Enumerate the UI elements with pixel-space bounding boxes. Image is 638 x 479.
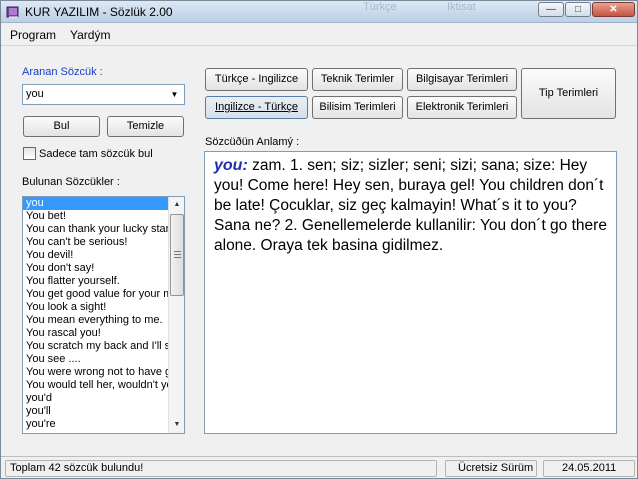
list-item[interactable]: You scratch my back and I'll scratch you… (23, 340, 168, 353)
search-combobox[interactable]: you ▼ (22, 84, 185, 105)
status-bar: Toplam 42 sözcük bulundu! Ücretsiz Sürüm… (1, 456, 637, 478)
search-label: Aranan Sözcük : (22, 66, 103, 78)
results-listbox[interactable]: you You bet! You can thank your lucky star… (22, 196, 185, 434)
window-title: KUR YAZILIM - Sözlük 2.00 (25, 5, 173, 19)
list-item[interactable]: You devil! (23, 249, 168, 262)
list-item[interactable]: You rascal you! (23, 327, 168, 340)
arrow-down-icon[interactable]: ▼ (169, 417, 184, 433)
meaning-label: Sözcüðün Anlamý : (205, 136, 300, 148)
list-item[interactable]: you're (23, 418, 168, 431)
find-button[interactable]: Bul (23, 116, 100, 137)
dict-button-label: Türkçe - Ingilizce (214, 73, 299, 85)
list-item[interactable]: You look a sight! (23, 301, 168, 314)
minimize-button[interactable]: — (538, 2, 564, 17)
list-item[interactable]: You can thank your lucky stars (23, 223, 168, 236)
book-icon (6, 6, 19, 18)
exact-match-label[interactable]: Sadece tam sözcük bul (39, 148, 153, 160)
results-list: you You bet! You can thank your lucky star… (23, 197, 168, 431)
chevron-down-icon[interactable]: ▼ (167, 87, 182, 102)
list-item[interactable]: You were wrong not to have gone (23, 366, 168, 379)
list-item[interactable]: You would tell her, wouldn't you (23, 379, 168, 392)
arrow-up-icon[interactable]: ▲ (169, 197, 184, 213)
dict-button-electronics[interactable]: Elektronik Terimleri (407, 96, 517, 119)
find-button-label: Bul (53, 120, 70, 132)
list-item[interactable]: You can't be serious! (23, 236, 168, 249)
menu-bar: Program Yardým (1, 24, 637, 46)
status-license: Ücretsiz Sürüm (445, 460, 537, 477)
dict-button-label: Elektronik Terimleri (415, 101, 509, 113)
dict-button-medical[interactable]: Tip Terimleri (521, 68, 616, 119)
menu-program[interactable]: Program (10, 28, 56, 42)
close-icon: ✕ (609, 4, 618, 15)
dict-button-label: Ingilizce - Türkçe (215, 101, 298, 113)
dict-button-computer[interactable]: Bilgisayar Terimleri (407, 68, 517, 91)
maximize-icon: □ (574, 4, 582, 15)
close-button[interactable]: ✕ (592, 2, 635, 17)
dict-button-en-tr[interactable]: Ingilizce - Türkçe (205, 96, 308, 119)
list-item[interactable]: You mean everything to me. (23, 314, 168, 327)
meaning-headword: you: (214, 157, 248, 174)
dict-button-tr-en[interactable]: Türkçe - Ingilizce (205, 68, 308, 91)
meaning-textbox[interactable]: you: zam. 1. sen; siz; sizler; seni; siz… (204, 151, 617, 434)
search-input-value[interactable]: you (26, 88, 44, 100)
list-item[interactable]: you (23, 197, 168, 210)
results-label: Bulunan Sözcükler : (22, 176, 120, 188)
maximize-button[interactable]: □ (565, 2, 591, 17)
title-bar[interactable]: KUR YAZILIM - Sözlük 2.00 Türkçe Iktisat… (1, 1, 637, 23)
list-item[interactable]: You don't say! (23, 262, 168, 275)
list-item[interactable]: you'll (23, 405, 168, 418)
status-date: 24.05.2011 (543, 460, 635, 477)
scroll-thumb[interactable] (170, 214, 184, 296)
dict-button-label: Bilisim Terimleri (319, 101, 396, 113)
list-item[interactable]: You flatter yourself. (23, 275, 168, 288)
clear-button[interactable]: Temizle (107, 116, 184, 137)
meaning-text: zam. 1. sen; siz; sizler; seni; sizi; sa… (214, 157, 607, 254)
background-tab-ghost: Iktisat (447, 1, 476, 13)
dict-button-label: Bilgisayar Terimleri (415, 73, 509, 85)
exact-match-checkbox[interactable] (23, 147, 36, 160)
list-item[interactable]: you'd (23, 392, 168, 405)
list-item[interactable]: You get good value for your money (23, 288, 168, 301)
results-scrollbar[interactable]: ▲ ▼ (168, 197, 184, 433)
clear-button-label: Temizle (126, 120, 165, 132)
dict-button-label: Tip Terimleri (538, 87, 599, 99)
menu-help[interactable]: Yardým (70, 28, 110, 42)
minimize-icon: — (546, 4, 556, 15)
app-window: KUR YAZILIM - Sözlük 2.00 Türkçe Iktisat… (0, 0, 638, 479)
dict-button-it[interactable]: Bilisim Terimleri (312, 96, 403, 119)
status-count: Toplam 42 sözcük bulundu! (5, 460, 437, 477)
list-item[interactable]: You see .... (23, 353, 168, 366)
background-tab-ghost: Türkçe (363, 1, 397, 13)
dict-button-technical[interactable]: Teknik Terimler (312, 68, 403, 91)
dict-button-label: Teknik Terimler (320, 73, 395, 85)
list-item[interactable]: You bet! (23, 210, 168, 223)
